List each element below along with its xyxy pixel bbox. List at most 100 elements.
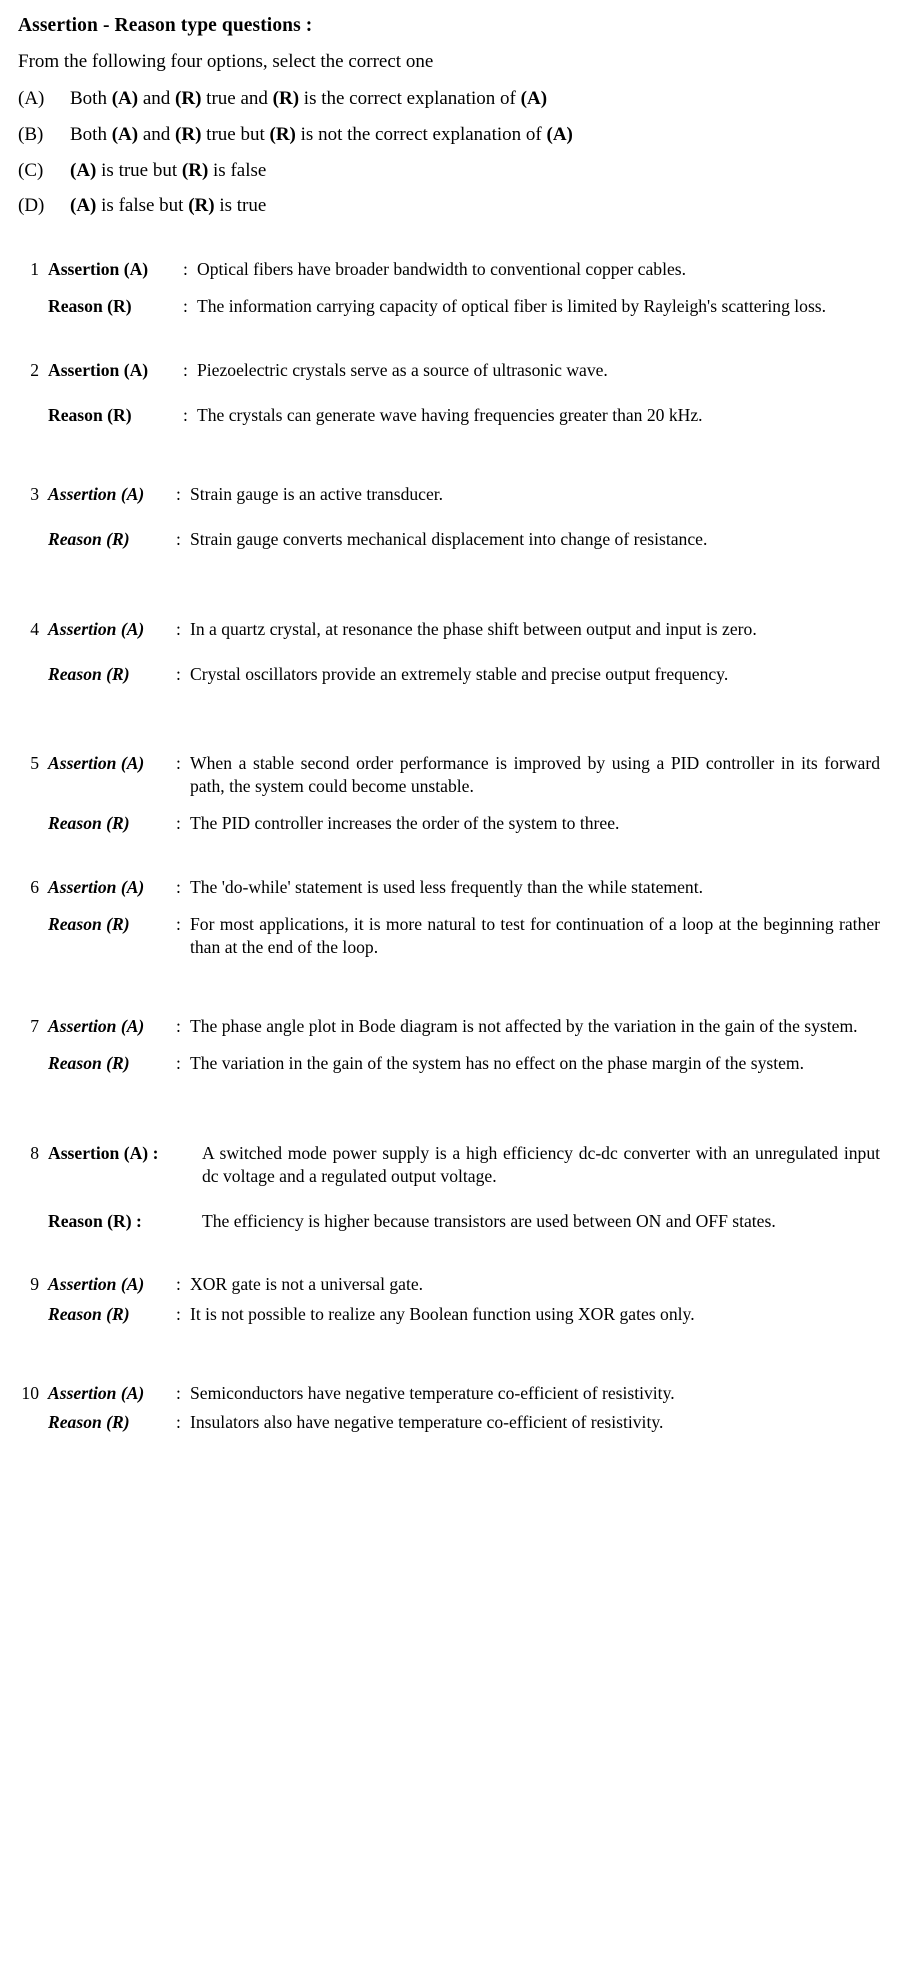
- reason-label: Reason (R): [48, 1412, 130, 1432]
- label-colon: :: [176, 1303, 181, 1324]
- assertion-text: Strain gauge is an active transducer.: [190, 484, 444, 505]
- assertion-text: The phase angle plot in Bode diagram is …: [190, 1016, 858, 1037]
- label-colon: :: [176, 913, 181, 934]
- reason-label: Reason (R): [48, 1053, 130, 1074]
- reason-row: Reason (R): The information carrying capa…: [18, 295, 890, 318]
- reason-label: Reason (R): [48, 404, 132, 425]
- label-colon: :: [176, 1412, 181, 1432]
- label-colon: :: [176, 529, 181, 550]
- assertion-label: Assertion (A): [48, 1016, 145, 1037]
- reason-text: For most applications, it is more natura…: [190, 913, 880, 958]
- option-text: Both (A) and (R) true and (R) is the cor…: [70, 88, 548, 110]
- option-text: (A) is false but (R) is true: [70, 195, 267, 217]
- label-colon: :: [176, 1274, 181, 1295]
- assertion-label: Assertion (A): [48, 359, 149, 380]
- reason-text: Insulators also have negative temperatur…: [190, 1412, 664, 1432]
- reason-label: Reason (R): [48, 529, 130, 550]
- label-colon: :: [176, 876, 181, 897]
- assertion-label: Assertion (A): [48, 618, 145, 639]
- reason-text: Crystal oscillators provide an extremely…: [190, 663, 729, 684]
- document-page: Assertion - Reason type questions : From…: [0, 0, 912, 1980]
- label-colon: :: [176, 1053, 181, 1074]
- label-colon: :: [176, 618, 181, 639]
- assertion-label: Assertion (A): [48, 484, 145, 505]
- question-block: 6 Assertion (A): The 'do-while' statement …: [18, 876, 890, 960]
- question-number: 7: [30, 1016, 39, 1037]
- assertion-row: 4 Assertion (A): In a quartz crystal, at r…: [18, 618, 890, 641]
- question-number: 1: [30, 259, 39, 280]
- question-number: 10: [21, 1382, 39, 1403]
- question-block: 4 Assertion (A): In a quartz crystal, at r…: [18, 618, 890, 686]
- option-text: (A) is true but (R) is false: [70, 159, 267, 181]
- reason-label: Reason (R): [48, 296, 132, 317]
- option-list: (A) Both (A) and (R) true and (R) is the …: [18, 87, 890, 218]
- label-colon: :: [176, 484, 181, 505]
- option-key: (B): [18, 123, 44, 145]
- assertion-label: Assertion (A): [48, 1382, 145, 1403]
- reason-text: It is not possible to realize any Boolea…: [190, 1303, 695, 1324]
- reason-row: Reason (R): Insulators also have negative…: [18, 1411, 890, 1434]
- reason-label: Reason (R): [48, 663, 130, 684]
- assertion-row: 10 Assertion (A): Semiconductors have nega…: [18, 1382, 890, 1405]
- assertion-row: 2 Assertion (A): Piezoelectric crystals se…: [18, 359, 890, 382]
- question-number: 5: [30, 752, 39, 773]
- question-block: 3 Assertion (A): Strain gauge is an active…: [18, 483, 890, 551]
- reason-label: Reason (R): [48, 1303, 130, 1324]
- question-number: 8: [30, 1142, 39, 1163]
- label-colon: :: [176, 663, 181, 684]
- question-block: 2 Assertion (A): Piezoelectric crystals se…: [18, 359, 890, 427]
- assertion-label: Assertion (A): [48, 259, 149, 280]
- assertion-row: 3 Assertion (A): Strain gauge is an active…: [18, 483, 890, 506]
- instruction-text: From the following four options, select …: [18, 51, 434, 73]
- assertion-label: Assertion (A): [48, 752, 145, 773]
- assertion-text: In a quartz crystal, at resonance the ph…: [190, 618, 757, 639]
- reason-text: The efficiency is higher because transis…: [202, 1211, 776, 1232]
- option-text: Both (A) and (R) true but (R) is not the…: [70, 123, 573, 145]
- question-block: 10 Assertion (A): Semiconductors have nega…: [18, 1382, 890, 1434]
- reason-row: Reason (R): Crystal oscillators provide a…: [18, 663, 890, 686]
- label-colon: :: [176, 1016, 181, 1037]
- label-colon: :: [183, 296, 188, 317]
- reason-text: Strain gauge converts mechanical displac…: [190, 529, 708, 550]
- question-block: 1 Assertion (A): Optical fibers have broad…: [18, 258, 890, 318]
- assertion-row: 8Assertion (A) ::A switched mode power s…: [18, 1142, 890, 1188]
- label-colon: :: [176, 813, 181, 834]
- reason-text: The information carrying capacity of opt…: [197, 296, 827, 317]
- assertion-label: Assertion (A): [48, 1274, 145, 1295]
- assertion-text: The 'do-while' statement is used less fr…: [190, 876, 704, 897]
- reason-row: Reason (R): The variation in the gain of …: [18, 1052, 890, 1075]
- assertion-row: 5 Assertion (A): When a stable second orde…: [18, 752, 890, 798]
- label-colon: :: [176, 752, 181, 773]
- reason-row: Reason (R): It is not possible to realize…: [18, 1303, 890, 1326]
- option-row: (C) (A) is true but (R) is false: [18, 159, 890, 183]
- page-title: Assertion - Reason type questions :: [18, 15, 313, 36]
- option-key: (A): [18, 88, 45, 110]
- assertion-text: A switched mode power supply is a high e…: [202, 1142, 880, 1186]
- assertion-text: Semiconductors have negative temperature…: [190, 1382, 675, 1403]
- reason-text: The crystals can generate wave having fr…: [197, 404, 703, 425]
- reason-row: Reason (R) ::The efficiency is higher be…: [18, 1210, 890, 1233]
- assertion-row: 1 Assertion (A): Optical fibers have broad…: [18, 258, 890, 281]
- reason-text: The variation in the gain of the system …: [190, 1053, 804, 1074]
- question-block: 8Assertion (A) ::A switched mode power s…: [18, 1142, 890, 1234]
- question-number: 4: [30, 618, 39, 639]
- reason-label: Reason (R): [48, 813, 130, 834]
- question-block: 7 Assertion (A): The phase angle plot in B…: [18, 1015, 890, 1075]
- assertion-text: When a stable second order performance i…: [190, 752, 880, 797]
- label-colon: :: [176, 1382, 181, 1403]
